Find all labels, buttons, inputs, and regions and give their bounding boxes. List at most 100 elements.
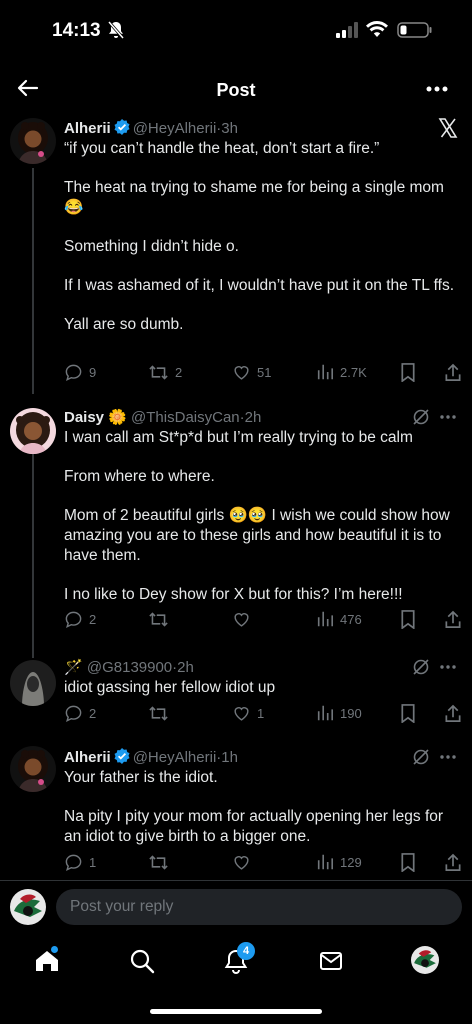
cellular-signal-icon <box>336 22 358 38</box>
grok-icon[interactable] <box>412 658 430 676</box>
author-name[interactable]: Daisy 🌼 <box>64 409 127 426</box>
avatar[interactable] <box>10 746 56 792</box>
share-icon[interactable] <box>444 704 462 723</box>
action-bar: 2 1 190 <box>64 704 462 724</box>
views-button[interactable]: 129 <box>316 853 362 871</box>
views-button[interactable]: 476 <box>316 610 362 628</box>
repost-icon <box>149 365 168 380</box>
search-icon <box>130 949 155 974</box>
author-handle: @HeyAlherii <box>132 120 217 137</box>
repost-icon <box>149 855 168 870</box>
views-button[interactable]: 190 <box>316 704 362 722</box>
avatar-illustration <box>411 946 439 974</box>
battery-icon <box>397 22 432 38</box>
reply-button[interactable]: 9 <box>64 363 96 382</box>
thread-line <box>32 168 34 394</box>
reply-composer: Post your reply <box>0 880 472 933</box>
repost-button[interactable] <box>148 610 175 629</box>
grok-icon[interactable] <box>412 748 430 766</box>
reply-count: 1 <box>89 855 97 870</box>
post-paragraph: Yall are so dumb. <box>64 316 184 333</box>
view-count: 476 <box>340 611 362 627</box>
avatar-illustration <box>10 660 56 706</box>
post-text: I wan call am St*p*d but I’m really tryi… <box>64 428 456 605</box>
bookmark-icon[interactable] <box>400 610 416 629</box>
share-icon[interactable] <box>444 610 462 629</box>
grok-icon[interactable] <box>412 408 430 426</box>
status-bar: 14:13 <box>0 0 472 62</box>
reply-button[interactable]: 2 <box>64 704 96 723</box>
share-icon[interactable] <box>444 853 462 872</box>
like-button[interactable]: 1 <box>232 704 264 723</box>
thread-line <box>32 646 34 658</box>
author-name[interactable]: 🪄 <box>64 659 83 676</box>
avatar[interactable] <box>10 408 56 454</box>
post-meta: 🪄 @G8139900·2h <box>64 659 194 676</box>
repost-button[interactable]: 2 <box>148 363 182 382</box>
post-age: 1h <box>221 749 238 766</box>
bookmark-icon[interactable] <box>400 853 416 872</box>
reply-input[interactable]: Post your reply <box>56 889 462 925</box>
like-button[interactable]: 51 <box>232 363 271 382</box>
views-button[interactable]: 2.7K <box>316 363 367 381</box>
post-menu-icon[interactable] <box>440 665 456 669</box>
author-handle: @ThisDaisyCan <box>131 409 240 426</box>
tab-home[interactable] <box>34 946 60 979</box>
view-count: 129 <box>340 854 362 870</box>
repost-button[interactable] <box>148 853 175 872</box>
action-bar: 1 129 <box>64 853 462 873</box>
post-menu-icon[interactable] <box>440 415 456 419</box>
repost-button[interactable] <box>148 704 175 723</box>
post-paragraph: I no like to Dey show for X but for this… <box>64 586 403 603</box>
reply-button[interactable]: 2 <box>64 610 96 629</box>
post-paragraph: idiot gassing her fellow idiot up <box>64 679 276 696</box>
avatar-illustration <box>10 118 56 164</box>
author-name[interactable]: Alherii <box>64 120 111 137</box>
reply-button[interactable]: 1 <box>64 853 96 872</box>
repost-icon <box>149 706 168 721</box>
post-age: 3h <box>221 120 238 137</box>
post-text: “if you can’t handle the heat, don’t sta… <box>64 139 456 335</box>
bookmark-icon[interactable] <box>400 704 416 723</box>
repost-icon <box>149 612 168 627</box>
user-avatar[interactable] <box>10 889 46 925</box>
like-icon <box>234 366 249 380</box>
action-bar: 9 2 51 2.7K <box>64 363 462 383</box>
more-icon[interactable] <box>426 86 448 92</box>
share-icon[interactable] <box>444 363 462 382</box>
reply-count: 2 <box>89 612 97 627</box>
post-paragraph: Mom of 2 beautiful girls 🥹🥹 I wish we co… <box>64 507 450 564</box>
post-meta: Alherii @HeyAlherii·3h <box>64 119 238 137</box>
post-paragraph: If I was ashamed of it, I wouldn’t have … <box>64 277 455 294</box>
repost-count: 2 <box>175 365 183 380</box>
post-meta: Daisy 🌼 @ThisDaisyCan·2h <box>64 409 262 426</box>
view-count: 2.7K <box>340 364 367 380</box>
reply-count: 2 <box>89 706 97 721</box>
reply-count: 9 <box>89 365 97 380</box>
tab-messages[interactable] <box>318 948 344 979</box>
notification-badge: 4 <box>237 942 255 960</box>
reply-post: Daisy 🌼 @ThisDaisyCan·2h I wan call am S… <box>0 394 472 646</box>
avatar[interactable] <box>10 118 56 164</box>
wifi-icon <box>366 21 388 37</box>
tab-profile[interactable] <box>411 946 439 974</box>
post-paragraph: The heat na trying to shame me for being… <box>64 179 444 216</box>
avatar[interactable] <box>10 660 56 706</box>
author-handle: @HeyAlherii <box>132 749 217 766</box>
reply-post: Alherii @HeyAlherii·1h Your father is the… <box>0 738 472 880</box>
like-button[interactable] <box>232 853 257 872</box>
bookmark-icon[interactable] <box>400 363 416 382</box>
reply-icon <box>65 705 82 722</box>
views-icon <box>317 854 334 870</box>
x-logo-icon <box>438 118 458 138</box>
author-name[interactable]: Alherii <box>64 749 111 766</box>
tab-notifications[interactable]: 4 <box>223 942 255 979</box>
main-post: Alherii @HeyAlherii·3h “if you can’t hand… <box>0 114 472 394</box>
post-menu-icon[interactable] <box>440 755 456 759</box>
like-count: 1 <box>257 706 265 721</box>
like-icon <box>234 613 249 627</box>
post-paragraph: Na pity I pity your mom for actually ope… <box>64 808 444 845</box>
like-button[interactable] <box>232 610 257 629</box>
tab-search[interactable] <box>129 948 155 979</box>
views-icon <box>317 705 334 721</box>
